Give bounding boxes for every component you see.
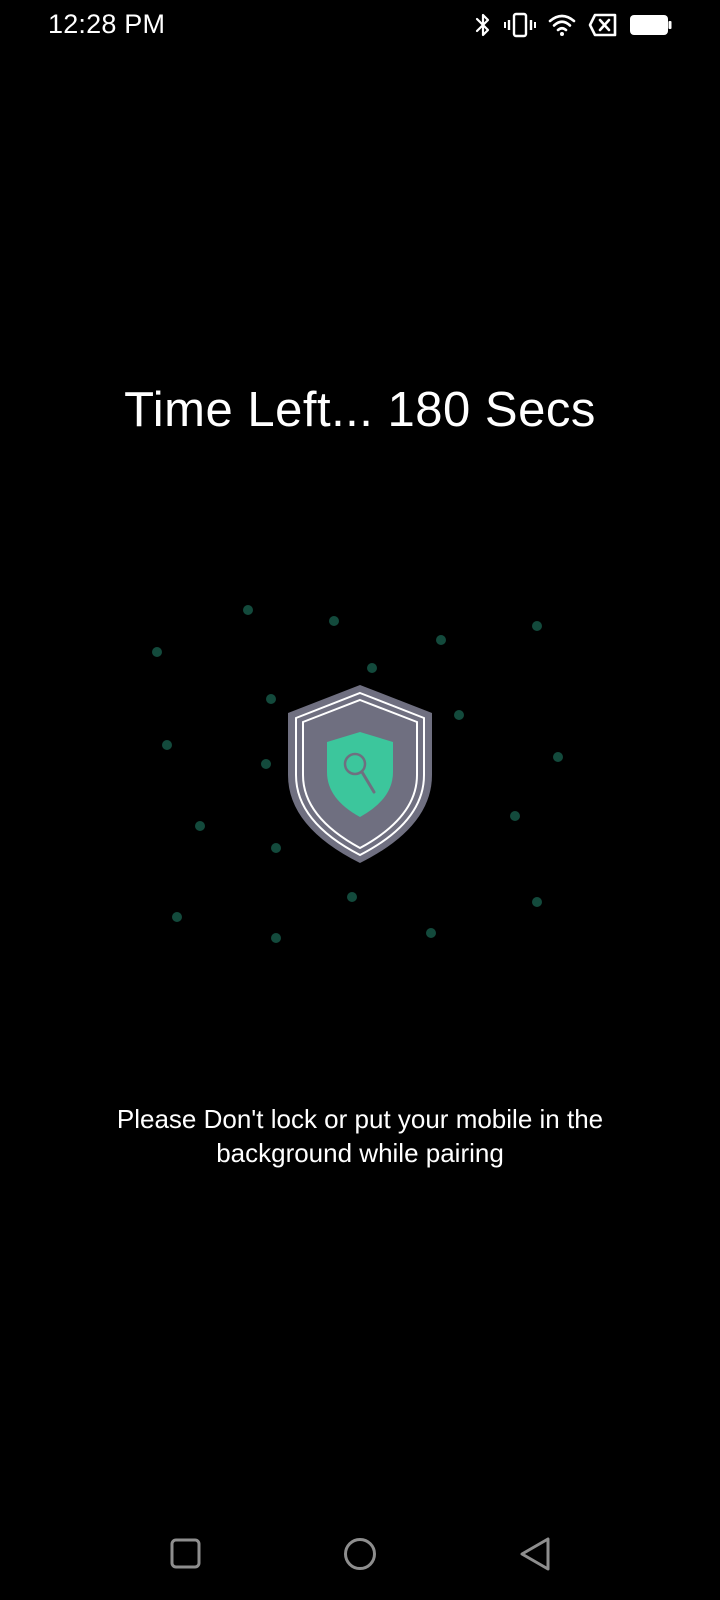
wifi-icon	[548, 13, 576, 37]
pairing-note: Please Don't lock or put your mobile in …	[116, 1104, 604, 1168]
status-bar: 12:28 PM	[0, 0, 720, 50]
timer-text: Time Left... 180 Secs	[124, 383, 596, 437]
shield-search-icon	[288, 685, 432, 863]
battery-icon	[630, 14, 672, 36]
back-button[interactable]	[512, 1530, 560, 1578]
vibrate-icon	[504, 12, 536, 38]
recents-button[interactable]	[162, 1530, 210, 1578]
status-icons	[474, 10, 672, 40]
status-time: 12:28 PM	[48, 9, 166, 39]
square-icon	[170, 1538, 201, 1569]
no-sim-icon	[588, 13, 618, 37]
circle-icon	[344, 1538, 376, 1570]
back-triangle-icon	[520, 1537, 550, 1571]
pairing-scan-animation	[0, 560, 720, 980]
bluetooth-icon	[474, 12, 492, 38]
navigation-bar	[0, 1500, 720, 1600]
home-button[interactable]	[336, 1530, 384, 1578]
